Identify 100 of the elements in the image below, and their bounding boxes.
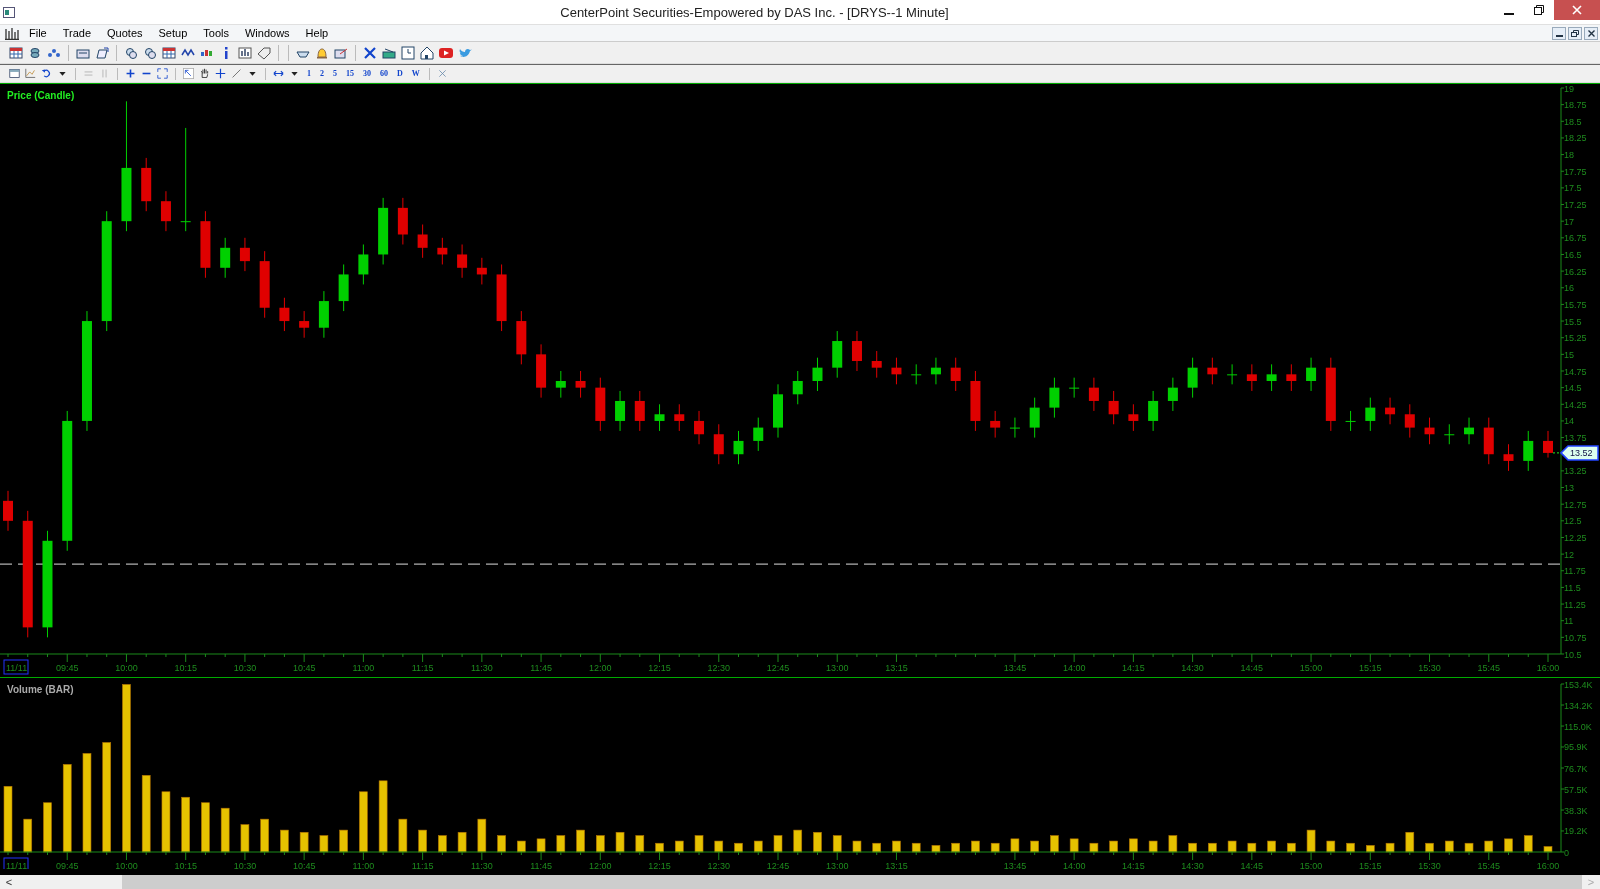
close-button[interactable] [1584, 26, 1598, 40]
date-label: 11/11 [3, 857, 29, 869]
axis-label: 15 [1564, 349, 1574, 360]
axis-label: 12:30 [707, 861, 731, 869]
axis-label: 10:15 [174, 861, 197, 869]
interval-button[interactable]: W [408, 69, 423, 78]
axis-label: 11:45 [530, 861, 552, 869]
tag-icon [257, 45, 271, 60]
axis-label: 18.5 [1564, 116, 1582, 127]
restore-button[interactable] [1568, 26, 1582, 40]
expand-button[interactable] [156, 67, 169, 80]
menu-item[interactable]: Trade [54, 25, 100, 41]
axis-label: 12.25 [1564, 532, 1587, 543]
menu-item[interactable]: Tools [195, 25, 237, 41]
axis-label: 95.9K [1564, 742, 1588, 753]
axis-label: 15:45 [1477, 861, 1501, 869]
line-chart-icon [25, 68, 36, 79]
axis-label: 19.2K [1564, 826, 1588, 837]
axis-label: 16 [1564, 283, 1574, 294]
axis-label: 12.75 [1564, 499, 1587, 510]
axis-label: 17.25 [1564, 200, 1587, 211]
home-button[interactable] [419, 44, 435, 61]
menu-item[interactable]: Windows [236, 25, 298, 41]
axis-label: 11.25 [1564, 599, 1586, 610]
bell-icon [315, 45, 329, 60]
axis-label: 17 [1564, 216, 1574, 227]
chart-button[interactable] [237, 44, 253, 61]
axis-label: 11:00 [352, 861, 375, 869]
cross-button[interactable] [362, 44, 378, 61]
axis-label: 09:45 [55, 663, 79, 673]
zoom-in-icon [125, 68, 136, 79]
axis-label: 14 [1564, 416, 1574, 427]
interval-button[interactable]: 60 [377, 69, 391, 78]
zoom-in-button[interactable] [124, 67, 137, 80]
scrollbar-thumb[interactable] [122, 875, 1582, 889]
line-chart-button[interactable] [24, 67, 37, 80]
undo-icon [41, 68, 52, 79]
axis-label: 14:00 [1062, 861, 1086, 869]
interval-button[interactable]: 1 [304, 69, 314, 78]
axis-label: 16:00 [1536, 663, 1560, 673]
axis-label: 14.75 [1564, 366, 1587, 377]
undo-button[interactable] [40, 67, 53, 80]
axis-label: 11:15 [411, 861, 434, 869]
chart-icon [238, 45, 252, 60]
axis-label: 12:00 [589, 861, 612, 869]
minimize-button[interactable] [1552, 26, 1566, 40]
axis-label: 13:00 [825, 861, 849, 869]
grid-button[interactable] [161, 44, 177, 61]
interval-button[interactable]: 5 [330, 69, 340, 78]
window-button[interactable] [8, 67, 21, 80]
axis-label: 14:15 [1122, 663, 1145, 673]
app-icon [3, 6, 15, 18]
axis-label: 14.5 [1564, 383, 1582, 394]
axis-label: 14.25 [1564, 399, 1587, 410]
axis-label: 12 [1564, 549, 1574, 560]
interval-button[interactable]: 30 [360, 69, 374, 78]
axis-label: 11:45 [530, 663, 552, 673]
menu-item[interactable]: File [21, 25, 55, 41]
axis-label: 13:15 [885, 861, 908, 869]
menu-item[interactable]: Setup [150, 25, 196, 41]
interval-button[interactable]: 2 [317, 69, 327, 78]
grid-icon [9, 45, 23, 60]
axis-label: 09:45 [55, 861, 79, 869]
axis-label: 18 [1564, 150, 1574, 161]
axis-label: 10.5 [1564, 649, 1582, 660]
menu-item[interactable]: Help [297, 25, 337, 41]
menu-item[interactable]: Quotes [99, 25, 151, 41]
home-icon [420, 45, 434, 60]
tag-button[interactable] [256, 44, 272, 61]
axis-label: 19 [1564, 84, 1574, 94]
expand-icon [157, 68, 168, 79]
axis-label: 12.5 [1564, 516, 1582, 527]
axis-label: 11:30 [470, 861, 493, 869]
axis-label: 15:00 [1299, 861, 1323, 869]
document-button[interactable] [94, 44, 110, 61]
axis-label: 18.75 [1564, 100, 1587, 111]
grid-button[interactable] [8, 44, 24, 61]
crosshair-button[interactable] [214, 67, 227, 80]
line-button[interactable] [230, 67, 243, 80]
axis-label: 10.75 [1564, 632, 1587, 643]
axis-label: 15:00 [1299, 663, 1323, 673]
pointer-button[interactable] [182, 67, 195, 80]
axis-label: 16.25 [1564, 266, 1587, 277]
axis-label: 13:00 [825, 663, 849, 673]
gear-icon [124, 45, 138, 60]
axis-label: 12:45 [766, 663, 790, 673]
axis-label: 13:45 [1003, 861, 1027, 869]
axis-label: 16:00 [1536, 861, 1560, 869]
axis-label: 10:45 [292, 663, 316, 673]
document-icon [95, 45, 109, 60]
axis-label: 10:30 [233, 663, 257, 673]
interval-button[interactable]: D [394, 69, 406, 78]
hand-button[interactable] [198, 67, 211, 80]
date-label: 11/11 [3, 659, 29, 675]
close-icon [1572, 5, 1582, 15]
axis-label: 12:15 [648, 861, 671, 869]
interval-button[interactable]: 15 [343, 69, 357, 78]
axis-label: 12:45 [766, 861, 790, 869]
pointer-icon [183, 68, 194, 79]
axis-label: 13.25 [1564, 466, 1587, 477]
